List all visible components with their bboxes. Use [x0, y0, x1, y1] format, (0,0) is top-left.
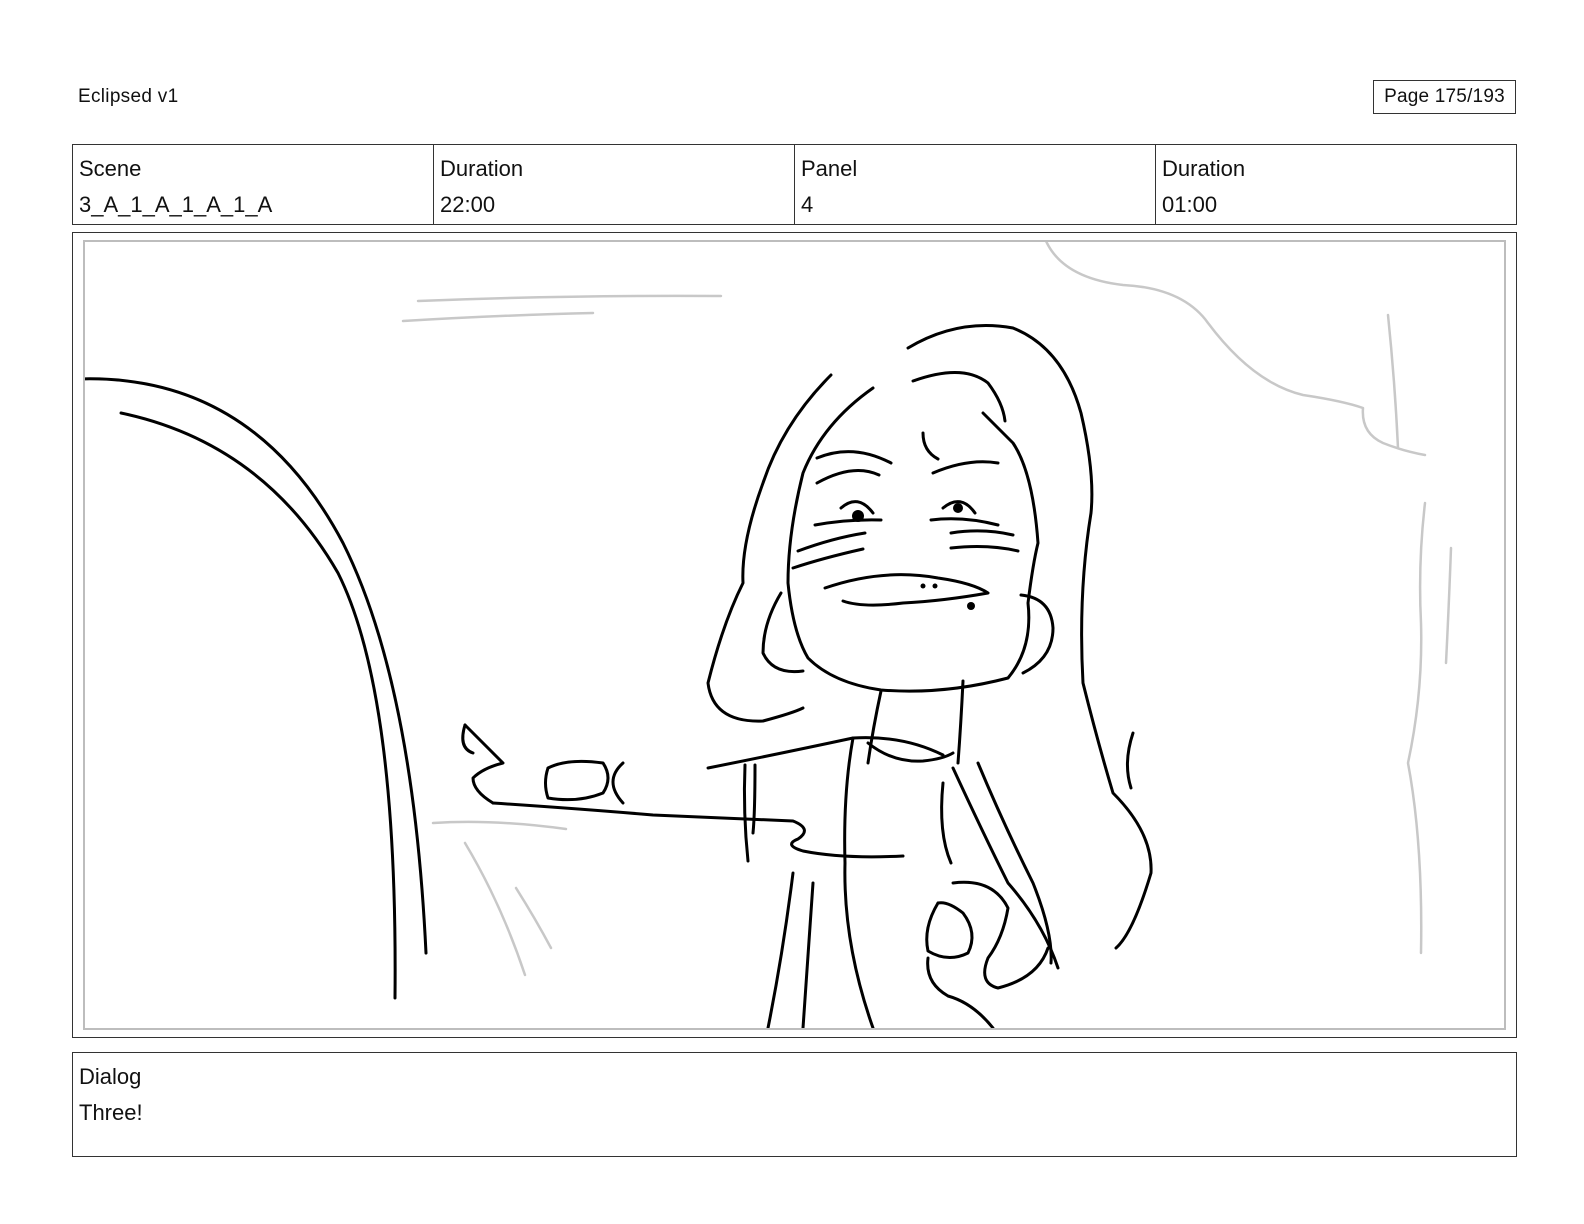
arm-line-top	[706, 736, 945, 770]
neck-right	[956, 679, 965, 765]
scene-duration-cell: Duration 22:00	[434, 145, 795, 224]
ear	[1019, 593, 1055, 675]
scene-duration-value: 22:00	[440, 192, 496, 217]
right-eye-line	[929, 517, 1000, 527]
dialog-label: Dialog	[79, 1064, 142, 1089]
mouth	[823, 573, 990, 607]
scene-value: 3_A_1_A_1_A_1_A	[79, 192, 273, 217]
hair-strand-bottom	[1126, 731, 1135, 790]
left-eyebrow-sketch	[815, 469, 881, 485]
panel-duration-label: Duration	[1162, 156, 1246, 181]
left-eye-pupil	[852, 510, 864, 522]
panel-duration-cell: Duration 01:00	[1156, 145, 1516, 224]
storyboard-panel	[83, 240, 1506, 1030]
right-eye-pupil	[953, 503, 963, 513]
right-eyebrow	[931, 460, 1000, 475]
cheek-blush-right	[949, 529, 1015, 537]
character-sketch	[85, 324, 1153, 1028]
arm-line-bottom	[491, 801, 905, 859]
document-title: Eclipsed v1	[78, 86, 179, 107]
hair-strand	[911, 371, 1007, 423]
body-right	[951, 766, 1060, 970]
body-left-3	[801, 881, 815, 1028]
sleeve-right	[751, 763, 757, 835]
left-eye-line	[813, 518, 883, 527]
panel-cell: Panel 4	[795, 145, 1156, 224]
nostril-2	[932, 583, 938, 589]
pointing-finger	[463, 723, 505, 805]
cheek-blush-right-2	[949, 545, 1020, 553]
panel-label: Panel	[801, 156, 858, 181]
body-left-2	[766, 871, 795, 1028]
page-indicator: Page 175/193	[1373, 80, 1516, 114]
scene-label: Scene	[79, 156, 142, 181]
body-left	[843, 736, 875, 1028]
sleeve-left	[742, 763, 750, 863]
dialog-box: Dialog Three!	[72, 1052, 1517, 1157]
front-hand-3	[926, 956, 995, 1028]
front-hand	[925, 901, 974, 959]
panel-value: 4	[801, 192, 814, 217]
hair-outline-left	[706, 373, 833, 723]
cheek-blush-left	[796, 531, 867, 553]
arc-inner-line	[119, 411, 397, 1000]
scene-cell: Scene 3_A_1_A_1_A_1_A	[73, 145, 434, 224]
face-outline	[786, 386, 1040, 693]
cheek-blush-left-2	[791, 547, 865, 570]
hair-outline-right	[906, 324, 1153, 950]
body-right-2	[976, 761, 1053, 965]
storyboard-panel-frame	[72, 232, 1517, 1038]
dialog-text: Three!	[79, 1100, 143, 1125]
brow-crease	[921, 431, 940, 461]
background-sketch-lines	[401, 242, 1453, 977]
panel-duration-value: 01:00	[1162, 192, 1218, 217]
arc-outer-line	[85, 377, 428, 955]
scene-duration-label: Duration	[440, 156, 524, 181]
mouth-mole	[967, 602, 975, 610]
front-hand-2	[951, 880, 1050, 990]
panel-info-table: Scene 3_A_1_A_1_A_1_A Duration 22:00 Pan…	[72, 144, 1517, 225]
left-eyebrow	[815, 450, 893, 465]
nostril-1	[920, 583, 926, 589]
hand-fist	[544, 759, 625, 805]
body-right-3	[940, 781, 953, 865]
storyboard-sketch	[85, 242, 1453, 1028]
